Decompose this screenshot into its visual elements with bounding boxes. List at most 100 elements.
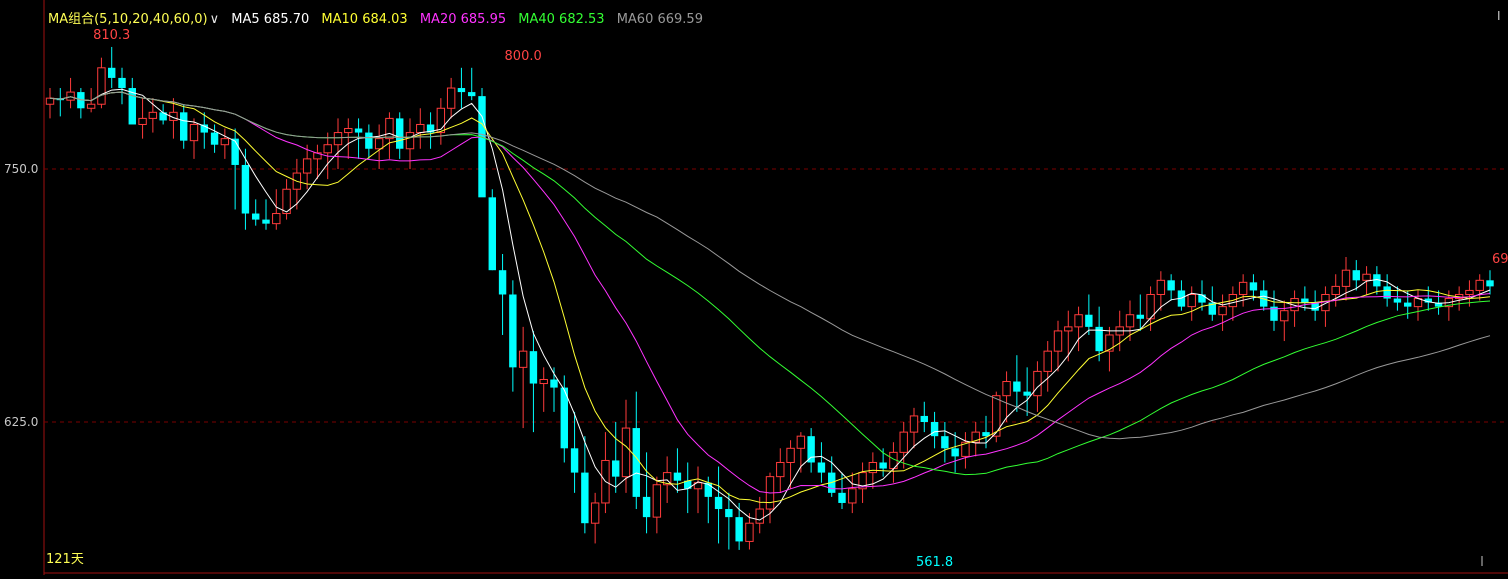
price-annotation: 561.8: [916, 555, 953, 570]
candle-body-up: [539, 378, 548, 385]
candle-body-up: [590, 502, 600, 524]
candle-body-up: [518, 350, 528, 368]
candle-body-up: [745, 522, 754, 542]
ma-group-label[interactable]: MA组合(5,10,20,40,60,0): [48, 12, 208, 27]
candle-body-up: [189, 123, 199, 142]
price-annotation: 810.3: [93, 28, 130, 43]
candle-body-up: [97, 67, 106, 105]
period-label: 121天: [46, 552, 84, 567]
candle-body-down: [879, 462, 887, 469]
candle-body-up: [1331, 285, 1340, 295]
candle-body-down: [529, 351, 538, 384]
candle-body-up: [374, 138, 384, 150]
candle-body-down: [354, 128, 363, 133]
candle-body-up: [1187, 293, 1196, 308]
candle-body-up: [1475, 279, 1484, 291]
candle-body-down: [632, 428, 640, 497]
candle-body-down: [941, 436, 949, 449]
candle-body-down: [951, 448, 959, 457]
candle-body-down: [930, 422, 939, 437]
candle-body-up: [796, 435, 806, 449]
candle-body-up: [323, 144, 332, 154]
candle-body-up: [1465, 289, 1474, 295]
candle-body-down: [1486, 280, 1494, 287]
candle-body-down: [817, 462, 826, 473]
chart-canvas[interactable]: 750.0625.0810.3800.0561.8699.5706.5121天I: [0, 0, 1508, 575]
candle-body-up: [1105, 334, 1114, 352]
candle-body-up: [1074, 314, 1083, 328]
candle-body-up: [1362, 273, 1371, 281]
candle-body-down: [1198, 294, 1206, 303]
candle-body-down: [231, 138, 239, 165]
candle-body-up: [302, 158, 312, 174]
y-tick-label: 750.0: [4, 162, 38, 176]
y-tick-label: 625.0: [4, 415, 38, 429]
candle-body-up: [1053, 330, 1063, 352]
candle-body-up: [1033, 370, 1042, 397]
candle-body-up: [220, 138, 230, 146]
candle-body-down: [262, 219, 270, 224]
candle-body-up: [1238, 281, 1248, 295]
ma-line-ma60: [49, 91, 1491, 440]
candle-body-up: [1280, 310, 1289, 322]
candle-body-up: [1064, 326, 1073, 332]
candle-body-down: [735, 517, 743, 542]
candle-body-down: [468, 92, 476, 97]
candle-body-down: [457, 88, 466, 93]
candle-body-up: [652, 484, 662, 518]
candle-body-down: [1393, 298, 1402, 303]
candle-body-down: [1404, 302, 1412, 307]
candle-body-up: [786, 447, 795, 463]
candle-body-up: [333, 132, 343, 146]
candle-body-up: [1156, 279, 1166, 295]
candle-body-down: [725, 509, 733, 518]
candle-body-down: [365, 132, 373, 149]
candle-body-down: [1023, 391, 1031, 396]
candle-body-down: [642, 496, 651, 518]
candle-body-down: [673, 472, 682, 481]
candlestick-chart[interactable]: 750.0625.0810.3800.0561.8699.5706.5121天I: [0, 0, 1508, 575]
ma20-value: MA20 685.95: [419, 12, 507, 27]
price-annotation: 800.0: [505, 49, 542, 64]
ma10-value: MA10 684.03: [321, 12, 408, 27]
candle-body-up: [868, 461, 878, 474]
ma60-value: MA60 669.59: [616, 12, 703, 27]
candle-body-down: [570, 448, 579, 473]
candle-body-up: [148, 111, 158, 119]
ma-legend: MA组合(5,10,20,40,60,0) ∨ MA5 685.70 MA10 6…: [48, 8, 711, 27]
candle-body-down: [581, 472, 589, 524]
candle-body-up: [66, 91, 75, 101]
ma-line-ma40: [49, 91, 1491, 476]
candle-body-up: [385, 117, 394, 140]
candle-body-up: [405, 132, 415, 150]
right-edge-label: I: [1497, 9, 1501, 23]
ma40-value: MA40 682.53: [518, 12, 605, 27]
candle-body-down: [1085, 314, 1093, 327]
candle-body-down: [180, 112, 188, 141]
candle-body-up: [1218, 306, 1227, 316]
candle-body-down: [252, 213, 260, 220]
candle-body-down: [108, 67, 116, 78]
chevron-down-icon[interactable]: ∨: [210, 12, 220, 27]
candle-body-down: [612, 460, 620, 477]
candle-body-up: [138, 117, 147, 125]
ma5-value: MA5 685.70: [231, 12, 310, 27]
candle-body-down: [1352, 270, 1360, 281]
candle-body-down: [210, 132, 219, 145]
candle-body-down: [838, 492, 846, 503]
candle-body-down: [241, 164, 250, 214]
price-annotation: 699.5: [1492, 252, 1508, 267]
candle-body-down: [118, 77, 126, 89]
candle-body-down: [498, 270, 507, 295]
candle-body-up: [45, 97, 55, 105]
candle-body-down: [488, 197, 496, 271]
candle-body-up: [899, 431, 908, 453]
candle-body-down: [920, 415, 928, 422]
candle-body-up: [272, 213, 281, 225]
candle-body-up: [344, 128, 353, 134]
candle-body-up: [909, 415, 919, 433]
candle-body-down: [478, 96, 486, 198]
candle-body-up: [446, 87, 456, 109]
candle-body-down: [807, 436, 815, 463]
candle-body-down: [1136, 314, 1144, 319]
